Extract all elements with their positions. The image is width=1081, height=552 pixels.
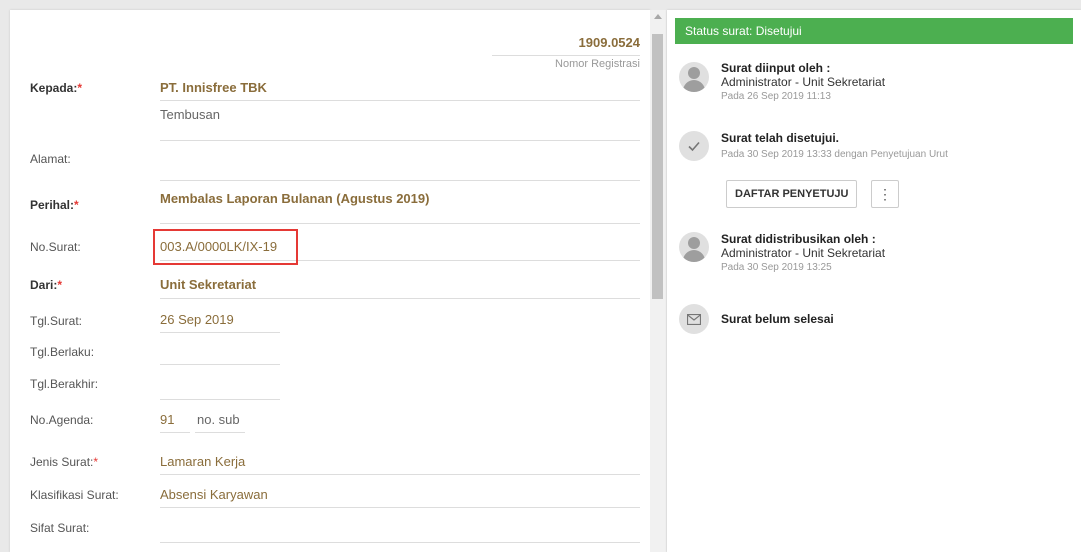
status-header: Status surat: Disetujui bbox=[675, 18, 1073, 44]
dari-field[interactable]: Unit Sekretariat bbox=[160, 277, 256, 292]
jenis-label: Jenis Surat:* bbox=[30, 455, 99, 469]
alamat-label: Alamat: bbox=[30, 152, 71, 166]
timeline-time: Pada 30 Sep 2019 13:25 bbox=[721, 262, 832, 273]
timeline-title: Surat didistribusikan oleh : bbox=[721, 232, 876, 246]
sifat-label: Sifat Surat: bbox=[30, 521, 90, 535]
registration-number: 1909.0524 bbox=[578, 35, 640, 50]
timeline-time: Pada 26 Sep 2019 11:13 bbox=[721, 91, 831, 102]
tglberakhir-field[interactable] bbox=[160, 399, 280, 400]
divider bbox=[160, 298, 640, 299]
scroll-thumb[interactable] bbox=[652, 34, 663, 299]
divider bbox=[160, 432, 190, 433]
check-icon bbox=[679, 131, 709, 161]
divider bbox=[492, 55, 640, 56]
tglberlaku-field[interactable] bbox=[160, 364, 280, 365]
sifat-field[interactable] bbox=[160, 542, 640, 543]
noagenda-label: No.Agenda: bbox=[30, 413, 94, 427]
divider bbox=[160, 507, 640, 508]
tglsurat-label: Tgl.Surat: bbox=[30, 314, 83, 328]
timeline-title: Surat diinput oleh : bbox=[721, 61, 831, 75]
timeline-sub: Administrator - Unit Sekretariat bbox=[721, 75, 886, 89]
nosub-field[interactable]: no. sub bbox=[197, 412, 240, 427]
perihal-field[interactable]: Membalas Laporan Bulanan (Agustus 2019) bbox=[160, 191, 429, 206]
kepada-field[interactable]: PT. Innisfree TBK bbox=[160, 80, 267, 95]
divider bbox=[160, 223, 640, 224]
alamat-field[interactable] bbox=[160, 180, 640, 181]
timeline-time: Pada 30 Sep 2019 13:33 dengan Penyetujua… bbox=[721, 149, 948, 160]
nosurat-label: No.Surat: bbox=[30, 240, 81, 254]
perihal-label: Perihal:* bbox=[30, 198, 79, 212]
scroll-up-arrow-icon[interactable] bbox=[654, 14, 662, 19]
noagenda-field[interactable]: 91 bbox=[160, 412, 174, 427]
tglsurat-field[interactable]: 26 Sep 2019 bbox=[160, 312, 234, 327]
registration-label: Nomor Registrasi bbox=[555, 58, 640, 70]
timeline-title: Surat telah disetujui. bbox=[721, 131, 840, 145]
more-vert-icon[interactable]: ⋮ bbox=[871, 180, 899, 208]
timeline-title: Surat belum selesai bbox=[721, 312, 834, 326]
divider bbox=[195, 432, 245, 433]
avatar-icon bbox=[679, 232, 709, 262]
status-panel: Status surat: Disetujui Surat diinput ol… bbox=[667, 10, 1081, 552]
tglberakhir-label: Tgl.Berakhir: bbox=[30, 377, 99, 391]
letter-form-panel: 1909.0524 Nomor Registrasi Kepada:* PT. … bbox=[10, 10, 650, 552]
divider bbox=[160, 140, 640, 141]
divider bbox=[160, 100, 640, 101]
tembusan-field[interactable]: Tembusan bbox=[160, 107, 220, 122]
divider bbox=[160, 332, 280, 333]
divider bbox=[160, 474, 640, 475]
avatar-icon bbox=[679, 62, 709, 92]
klasifikasi-label: Klasifikasi Surat: bbox=[30, 488, 119, 502]
kepada-label: Kepada:* bbox=[30, 81, 83, 95]
tglberlaku-label: Tgl.Berlaku: bbox=[30, 345, 95, 359]
jenis-field[interactable]: Lamaran Kerja bbox=[160, 454, 245, 469]
dari-label: Dari:* bbox=[30, 278, 63, 292]
scrollbar[interactable] bbox=[650, 10, 666, 552]
klasifikasi-field[interactable]: Absensi Karyawan bbox=[160, 487, 268, 502]
nosurat-highlight bbox=[153, 229, 298, 265]
timeline-sub: Administrator - Unit Sekretariat bbox=[721, 246, 886, 260]
approvers-list-button[interactable]: DAFTAR PENYETUJU bbox=[726, 180, 858, 208]
mail-icon bbox=[679, 304, 709, 334]
